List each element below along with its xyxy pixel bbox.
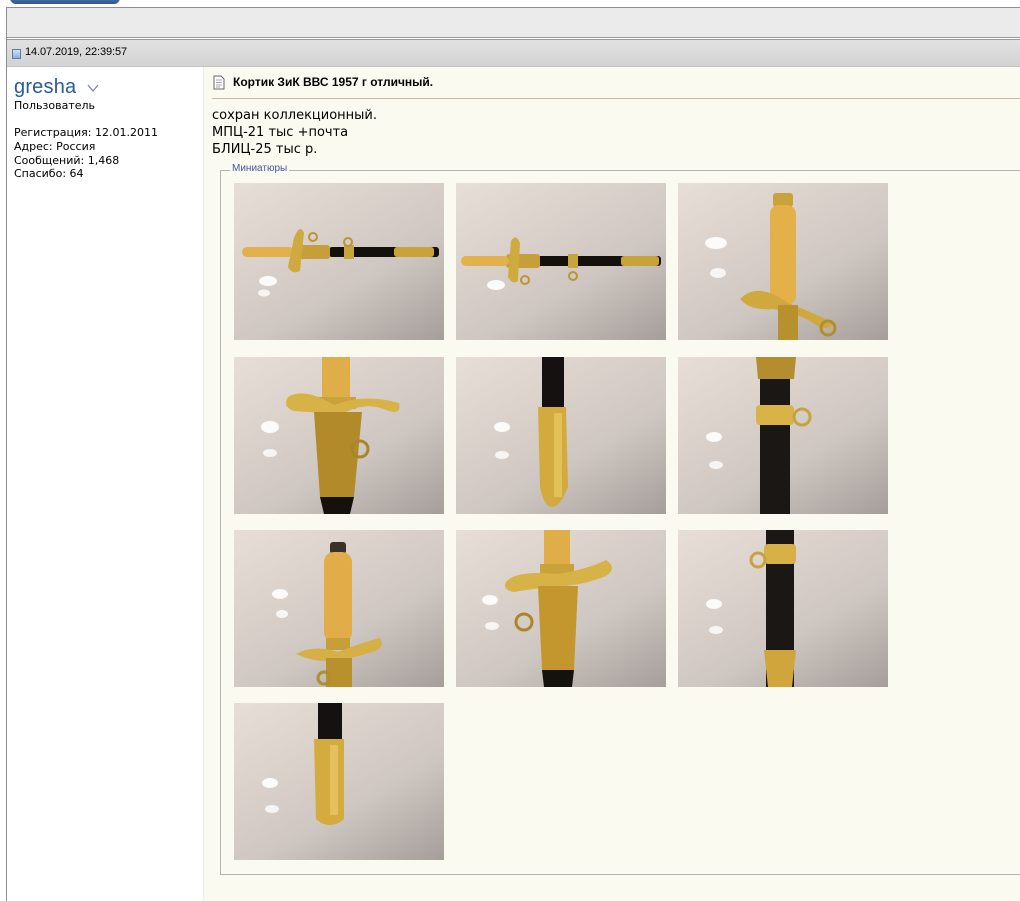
post-icon — [12, 49, 21, 59]
scabbard-full-icon — [706, 530, 796, 687]
attachment-thumbnail-10[interactable] — [234, 703, 444, 860]
dagger-full-sheathed-icon — [461, 237, 661, 290]
post-title: Кортик ЗиК ВВС 1957 г отличный. — [233, 75, 434, 89]
post-body: сохран коллекционный. МПЦ-21 тыс +почта … — [212, 107, 377, 158]
top-tab[interactable] — [10, 0, 120, 4]
attachments-fieldset: Миниатюры — [220, 163, 1020, 875]
user-info: Регистрация: 12.01.2011 Адрес: Россия Со… — [14, 126, 158, 181]
attachment-thumbnail-5[interactable] — [456, 357, 666, 514]
attachment-thumbnail-1[interactable] — [234, 183, 444, 340]
dagger-handle-top-icon — [272, 542, 382, 687]
dagger-crossguard-icon — [261, 357, 400, 514]
dagger-handle-closeup-icon — [705, 193, 837, 340]
post-content: Кортик ЗиК ВВС 1957 г отличный. сохран к… — [204, 67, 1020, 901]
attachment-thumbnail-3[interactable] — [678, 183, 888, 340]
attachment-thumbnail-6[interactable] — [678, 357, 888, 514]
post-header-bar: 14.07.2019, 22:39:57 — [7, 39, 1020, 67]
title-rule — [212, 98, 1020, 99]
attachment-thumbnail-8[interactable] — [456, 530, 666, 687]
attachment-thumbnail-4[interactable] — [234, 357, 444, 514]
post-body-line: МПЦ-21 тыс +почта — [212, 125, 349, 140]
post-body-line: сохран коллекционный. — [212, 108, 378, 123]
user-address: Адрес: Россия — [14, 139, 96, 153]
document-icon — [213, 75, 225, 90]
attachment-thumbnail-7[interactable] — [234, 530, 444, 687]
dagger-full-sheathed-icon — [242, 229, 439, 297]
user-title: Пользователь — [14, 99, 96, 112]
attachment-thumbnail-9[interactable] — [678, 530, 888, 687]
navbar-band — [7, 8, 1020, 38]
post-date: 14.07.2019, 22:39:57 — [25, 46, 127, 58]
dagger-guard-ring-icon — [482, 530, 612, 687]
attachments-legend: Миниатюры — [230, 163, 290, 174]
user-sidebar: gresha Пользователь Регистрация: 12.01.2… — [7, 67, 203, 901]
attachment-thumbnail-2[interactable] — [456, 183, 666, 340]
username-link[interactable]: gresha — [14, 76, 76, 99]
top-strip — [0, 0, 1020, 7]
post-body-line: БЛИЦ-25 тыс р. — [212, 142, 318, 157]
scabbard-tip-icon — [262, 703, 344, 825]
user-thanks: Спасибо: 64 — [14, 167, 84, 181]
scabbard-ring-icon — [706, 357, 812, 514]
user-registration: Регистрация: 12.01.2011 — [14, 126, 158, 139]
user-messages: Сообщений: 1,468 — [14, 153, 120, 167]
scabbard-tip-icon — [494, 357, 568, 507]
user-menu-arrow-icon[interactable] — [87, 83, 99, 93]
